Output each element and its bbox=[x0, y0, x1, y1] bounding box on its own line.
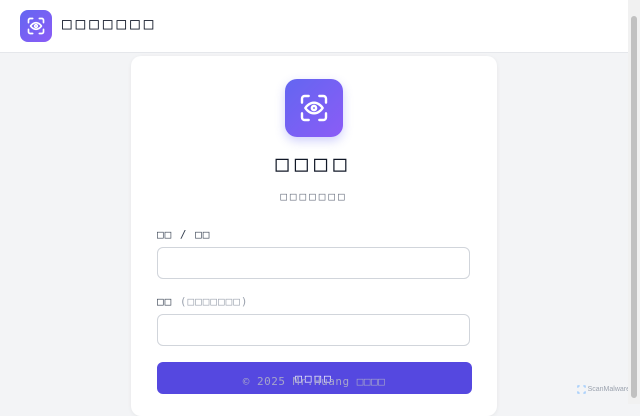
top-header: □□□□□□□ bbox=[0, 0, 628, 53]
card-subtitle: □□□□□□□ bbox=[131, 190, 497, 203]
password-label-text: □□ bbox=[157, 295, 172, 308]
footer-copyright: © 2025 Mr.Huang □□□□ bbox=[0, 375, 628, 388]
watermark-text: ScanMalware bbox=[588, 386, 630, 393]
username-label: □□ / □□ bbox=[157, 228, 210, 241]
scan-logo-icon bbox=[577, 385, 586, 394]
password-input[interactable] bbox=[157, 314, 470, 346]
scrollbar-thumb[interactable] bbox=[631, 16, 637, 398]
card-title: □□□□ bbox=[131, 152, 497, 177]
eye-scan-icon bbox=[285, 79, 343, 137]
password-label: □□ (□□□□□□□) bbox=[157, 295, 248, 308]
username-input[interactable] bbox=[157, 247, 470, 279]
watermark: ScanMalware bbox=[577, 385, 630, 394]
login-card: □□□□ □□□□□□□ □□ / □□ □□ (□□□□□□□) □□□□ bbox=[131, 56, 497, 416]
page-scrollbar[interactable] bbox=[628, 0, 640, 404]
eye-scan-icon[interactable] bbox=[20, 10, 52, 42]
app-title: □□□□□□□ bbox=[62, 14, 157, 33]
password-hint: (□□□□□□□) bbox=[180, 295, 249, 308]
